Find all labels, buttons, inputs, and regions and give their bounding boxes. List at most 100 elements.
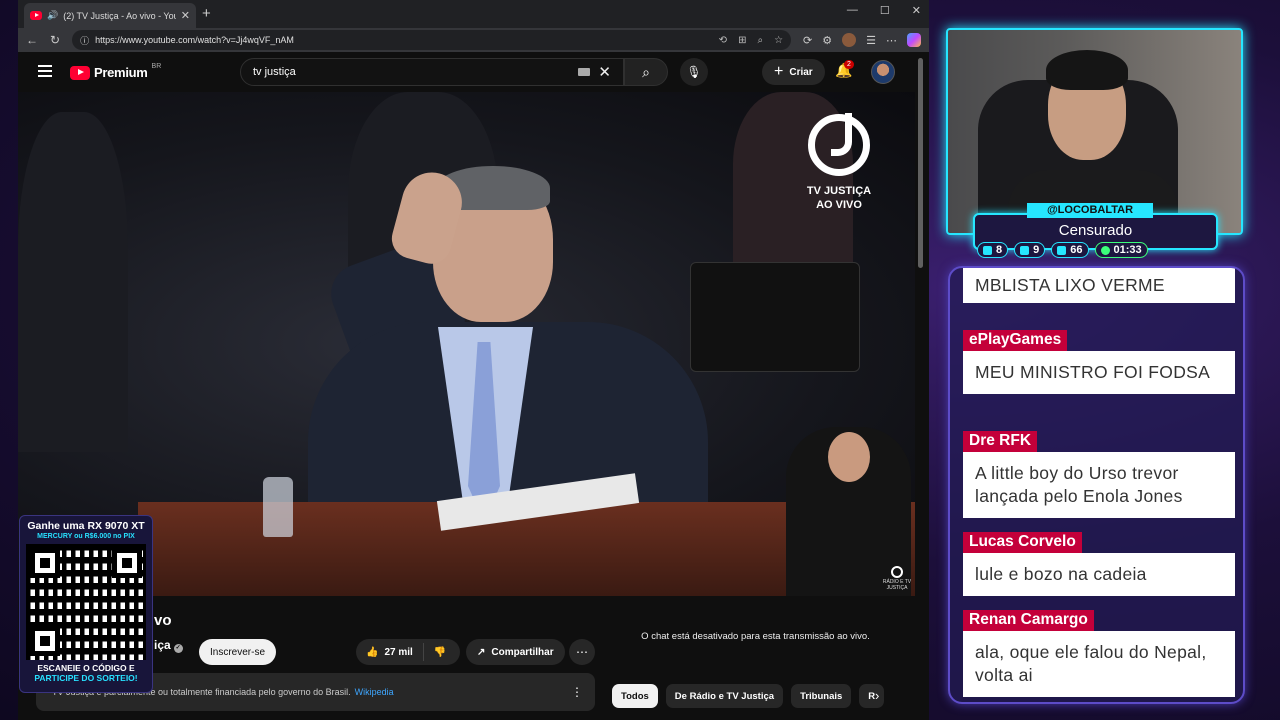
chat-message-text: MEU MINISTRO FOI FODSA: [963, 351, 1235, 394]
related-filter-chips: Todos De Rádio e TV Justiça Tribunais R: [612, 684, 885, 708]
qr-finder: [112, 548, 142, 578]
share-button[interactable]: ↗ Compartilhar: [466, 639, 565, 665]
region-label: BR: [151, 63, 162, 70]
clear-search-icon[interactable]: ✕: [598, 63, 611, 81]
chip-partial[interactable]: R: [859, 684, 885, 708]
notification-badge: 2: [844, 60, 854, 69]
channel-name[interactable]: iça ✓: [154, 638, 183, 653]
chat-message: MBLISTA LIXO VERME: [963, 268, 1235, 303]
like-count: 27 mil: [384, 646, 413, 658]
wikipedia-link[interactable]: Wikipedia: [355, 687, 394, 697]
more-actions-button[interactable]: ⋯: [569, 639, 595, 665]
create-label: Criar: [789, 66, 813, 78]
verified-icon: ✓: [173, 644, 183, 653]
voice-search-button[interactable]: 🎙: [680, 58, 708, 86]
tv-justica-logo-icon: [808, 113, 870, 176]
maximize-icon[interactable]: ☐: [880, 4, 890, 17]
thumbs-down-icon: 👎: [433, 646, 447, 658]
viewer-stats: 8 9 66 01:33: [977, 242, 1148, 258]
back-icon[interactable]: ←: [26, 33, 38, 47]
hamburger-menu-icon[interactable]: [38, 65, 52, 80]
microphone-icon: 🎙: [686, 65, 702, 79]
url-field[interactable]: ⓘ https://www.youtube.com/watch?v=Jj4wqV…: [72, 30, 792, 50]
stream-timer: 01:33: [1094, 242, 1148, 258]
share-icon: ↗: [477, 646, 486, 658]
chat-message: Dre RFK A little boy do Urso trevor lanç…: [963, 431, 1235, 518]
new-tab-icon[interactable]: +: [202, 5, 211, 22]
channel-name-text: iça: [154, 638, 171, 652]
youtube-count: 9: [1033, 244, 1040, 256]
apps-icon[interactable]: ⊞: [738, 35, 746, 46]
account-avatar[interactable]: [871, 60, 895, 84]
dislike-button[interactable]: 👎: [424, 647, 456, 658]
create-button[interactable]: + Criar: [762, 59, 825, 85]
background-person: [18, 112, 128, 452]
profile-avatar[interactable]: [842, 33, 857, 47]
qr-finder: [30, 626, 60, 656]
chip-all[interactable]: Todos: [612, 684, 658, 708]
search-button[interactable]: ⌕: [624, 58, 668, 86]
url-text: https://www.youtube.com/watch?v=Jj4wqVF_…: [95, 35, 294, 45]
stream-status: Censurado: [1058, 222, 1133, 239]
youtube-logo[interactable]: Premium BR: [70, 63, 162, 80]
tab-youtube[interactable]: 🔊 (2) TV Justiça - Ao vivo - You ✕: [24, 3, 196, 28]
search-input[interactable]: tv justiça ✕: [240, 58, 624, 86]
favorite-star-icon[interactable]: ☆: [774, 35, 783, 46]
menu-dots-icon[interactable]: ⋯: [886, 34, 897, 47]
laptop: [690, 262, 860, 372]
page-scrollbar[interactable]: [917, 52, 925, 720]
search-icon: ⌕: [642, 63, 650, 80]
search-value: tv justiça: [253, 66, 296, 78]
kick-viewers: 66: [1051, 242, 1089, 258]
chevron-right-icon[interactable]: ›: [875, 688, 879, 703]
favorites-icon[interactable]: ☰: [866, 34, 876, 47]
twitch-icon: [983, 245, 992, 255]
subscribe-button[interactable]: Inscrever-se: [199, 639, 277, 665]
kick-icon: [1057, 245, 1067, 255]
promo-line3: ESCANEIE O CÓDIGO E: [37, 663, 135, 673]
share-label: Compartilhar: [491, 646, 554, 658]
extension-icon[interactable]: ⟳: [803, 34, 812, 47]
youtube-header: Premium BR tv justiça ✕ ⌕ 🎙 + Criar 🔔 2: [18, 52, 929, 92]
qr-code-image: [26, 544, 146, 660]
qr-header: Ganhe uma RX 9070 XT MERCURY ou R$6.000 …: [20, 516, 152, 540]
chip-courts[interactable]: Tribunais: [791, 684, 852, 708]
chat-username: ePlayGames: [963, 330, 1068, 351]
reload-icon[interactable]: ↻: [50, 33, 60, 47]
keyboard-icon[interactable]: [578, 68, 591, 76]
promo-line1: Ganhe uma RX 9070 XT: [27, 520, 145, 532]
small-logo-text: RÁDIO E TV JUSTIÇA: [882, 579, 912, 591]
twitch-viewers: 8: [977, 242, 1009, 258]
site-info-icon[interactable]: ⓘ: [80, 34, 89, 47]
clock-icon: [1100, 245, 1110, 255]
extensions-puzzle-icon[interactable]: ⚙: [822, 34, 832, 47]
chat-message-text: lule e bozo na cadeia: [963, 553, 1235, 596]
chat-message: Lucas Corvelo lule e bozo na cadeia: [963, 532, 1235, 596]
qr-finder: [30, 548, 60, 578]
timer-value: 01:33: [1113, 244, 1142, 256]
translate-icon[interactable]: ⟲: [719, 35, 727, 46]
copilot-icon[interactable]: [907, 33, 921, 47]
chat-message-text: MBLISTA LIXO VERME: [963, 268, 1235, 303]
kick-count: 66: [1070, 244, 1083, 256]
giveaway-qr-card: Ganhe uma RX 9070 XT MERCURY ou R$6.000 …: [19, 515, 153, 693]
minimize-icon[interactable]: —: [847, 4, 858, 17]
interpreter-head: [828, 432, 870, 482]
scrollbar-thumb[interactable]: [918, 58, 923, 268]
zoom-icon[interactable]: ⌕: [757, 35, 763, 46]
youtube-play-icon: [70, 65, 90, 80]
chat-username: Renan Camargo: [963, 610, 1094, 631]
tab-bar: 🔊 (2) TV Justiça - Ao vivo - You ✕ + — ☐…: [18, 0, 929, 28]
extensions-area: ⟳ ⚙ ☰ ⋯: [803, 33, 921, 47]
like-button[interactable]: 👍 27 mil: [356, 643, 424, 661]
info-menu-icon[interactable]: ⋮: [571, 685, 583, 699]
logo-text: Premium: [94, 65, 148, 80]
chat-username: Lucas Corvelo: [963, 532, 1082, 553]
close-tab-icon[interactable]: ✕: [181, 9, 190, 22]
small-logo-icon: [891, 566, 903, 578]
twitch-count: 8: [996, 244, 1003, 256]
chip-channel[interactable]: De Rádio e TV Justiça: [665, 684, 784, 708]
speaker-icon[interactable]: 🔊: [47, 10, 58, 21]
close-window-icon[interactable]: ✕: [912, 4, 921, 17]
qr-footer: ESCANEIE O CÓDIGO E PARTICIPE DO SORTEIO…: [20, 663, 152, 683]
